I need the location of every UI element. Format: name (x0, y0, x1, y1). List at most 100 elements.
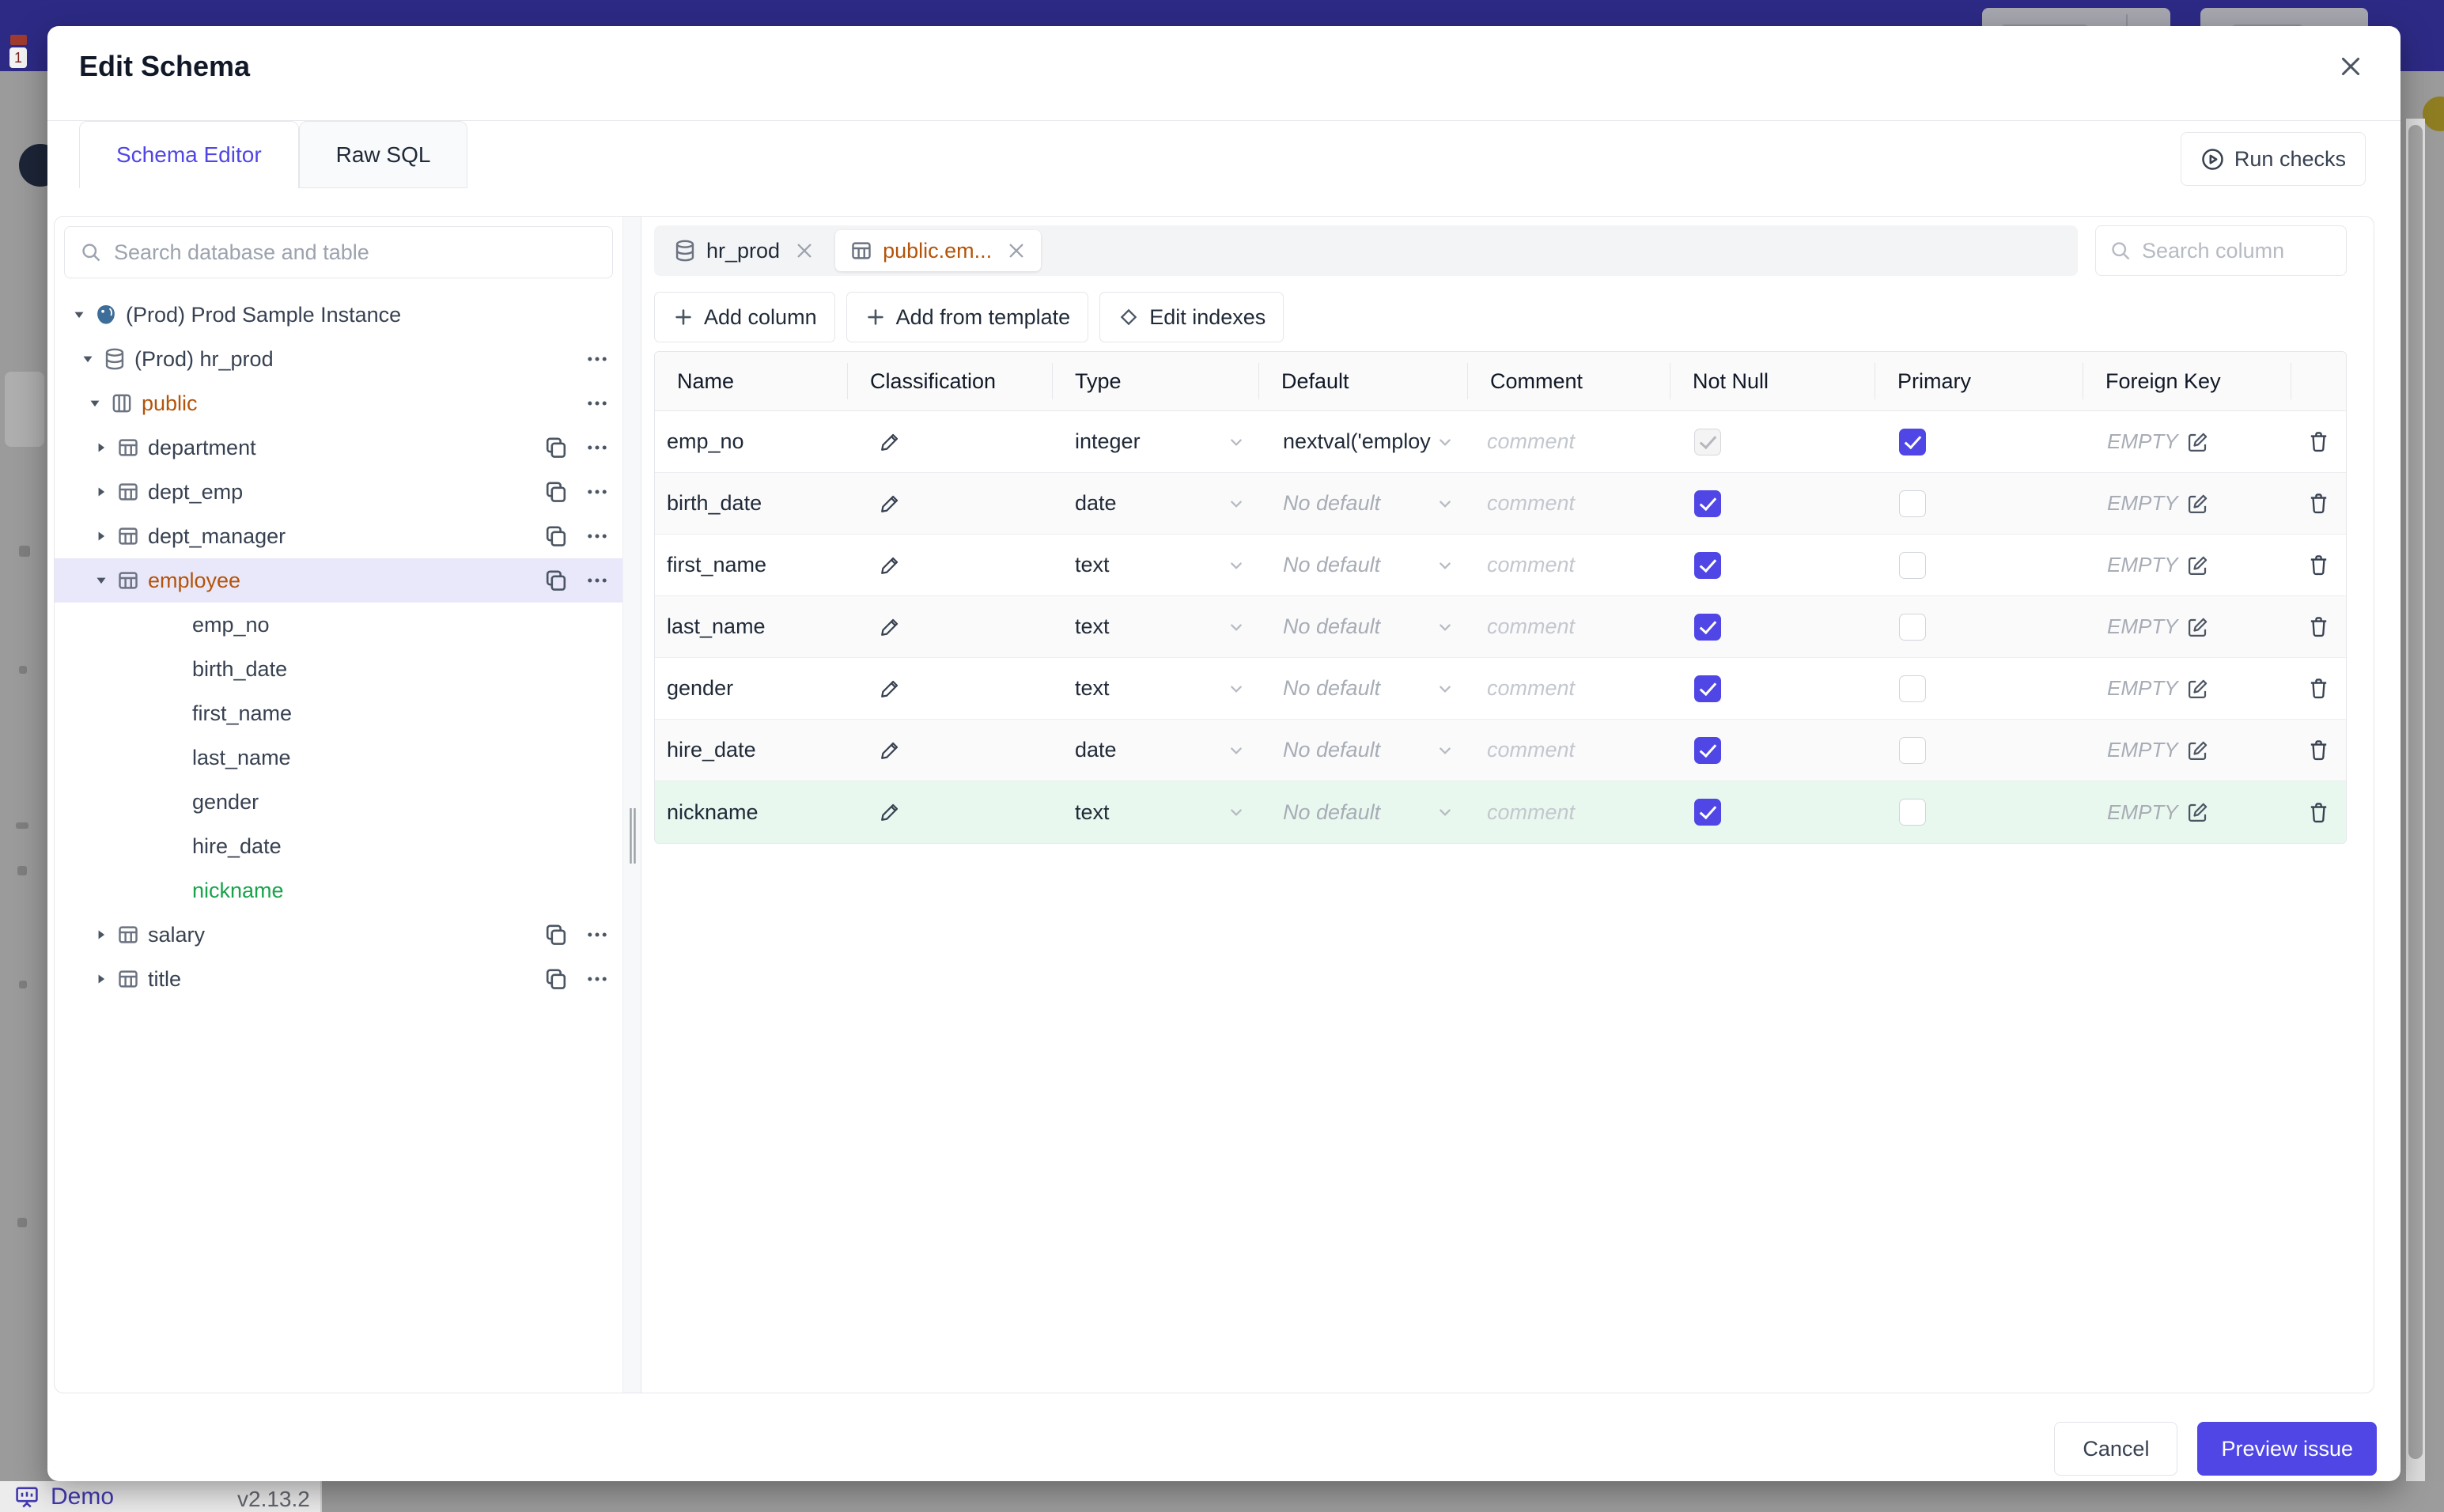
primary-checkbox[interactable] (1899, 490, 1926, 517)
not-null-checkbox[interactable] (1694, 675, 1721, 702)
tree-item[interactable]: last_name (55, 735, 622, 780)
tree-item[interactable]: salary (55, 913, 622, 957)
more-actions-icon[interactable] (585, 346, 610, 372)
column-name-cell[interactable]: emp_no (655, 411, 848, 472)
comment-field[interactable]: comment (1468, 411, 1670, 472)
type-select[interactable]: text (1053, 535, 1259, 595)
pencil-icon[interactable] (878, 554, 902, 577)
tree-chevron-icon[interactable] (137, 837, 154, 855)
tree-item[interactable]: dept_emp (55, 470, 622, 514)
page-scrollbar-handle[interactable] (2408, 125, 2423, 1459)
comment-field[interactable]: comment (1468, 596, 1670, 657)
type-select[interactable]: integer (1053, 411, 1259, 472)
tree-item[interactable]: hire_date (55, 824, 622, 868)
not-null-checkbox[interactable] (1694, 736, 1721, 764)
type-select[interactable]: text (1053, 658, 1259, 719)
delete-column-icon[interactable] (2306, 553, 2331, 577)
tree-chevron-icon[interactable] (137, 660, 154, 678)
not-null-checkbox[interactable] (1694, 799, 1721, 826)
comment-field[interactable]: comment (1468, 658, 1670, 719)
type-select[interactable]: text (1053, 596, 1259, 657)
pencil-icon[interactable] (878, 739, 902, 762)
copy-icon[interactable] (543, 479, 569, 505)
delete-column-icon[interactable] (2306, 800, 2331, 825)
tree-item[interactable]: department (55, 425, 622, 470)
tree-chevron-icon[interactable] (137, 882, 154, 899)
tab[interactable]: Raw SQL (298, 121, 468, 188)
primary-checkbox[interactable] (1899, 736, 1926, 764)
drag-handle-icon[interactable] (627, 808, 638, 864)
toolbar-button[interactable]: Add from template (846, 292, 1089, 342)
pencil-icon[interactable] (878, 615, 902, 639)
tree-chevron-icon[interactable] (137, 793, 154, 811)
more-actions-icon[interactable] (585, 966, 610, 992)
edit-foreign-key-icon[interactable] (2186, 800, 2210, 824)
delete-column-icon[interactable] (2306, 614, 2331, 639)
pencil-icon[interactable] (878, 800, 902, 824)
preview-issue-button[interactable]: Preview issue (2197, 1422, 2377, 1476)
copy-icon[interactable] (543, 966, 569, 992)
tree-chevron-icon[interactable] (137, 705, 154, 722)
edit-foreign-key-icon[interactable] (2186, 739, 2210, 762)
toolbar-button[interactable]: Add column (654, 292, 835, 342)
tree-chevron-icon[interactable] (93, 483, 110, 501)
toolbar-button[interactable]: Edit indexes (1099, 292, 1284, 342)
more-actions-icon[interactable] (585, 479, 610, 505)
edit-foreign-key-icon[interactable] (2186, 615, 2210, 639)
edit-foreign-key-icon[interactable] (2186, 492, 2210, 516)
more-actions-icon[interactable] (585, 435, 610, 460)
not-null-checkbox[interactable] (1694, 551, 1721, 579)
demo-link[interactable]: Demo (14, 1484, 114, 1510)
type-select[interactable]: text (1053, 781, 1259, 843)
comment-field[interactable]: comment (1468, 781, 1670, 843)
default-select[interactable]: No default (1259, 781, 1468, 843)
tree-item[interactable]: (Prod) Prod Sample Instance (55, 293, 622, 337)
tree-chevron-icon[interactable] (93, 439, 110, 456)
comment-field[interactable]: comment (1468, 535, 1670, 595)
delete-column-icon[interactable] (2306, 738, 2331, 762)
tree-item[interactable]: nickname (55, 868, 622, 913)
tree-item[interactable]: birth_date (55, 647, 622, 691)
close-tab-icon[interactable] (1006, 240, 1027, 261)
copy-icon[interactable] (543, 435, 569, 460)
default-select[interactable]: No default (1259, 596, 1468, 657)
tree-chevron-icon[interactable] (93, 970, 110, 988)
more-actions-icon[interactable] (585, 922, 610, 947)
pencil-icon[interactable] (878, 492, 902, 516)
copy-icon[interactable] (543, 922, 569, 947)
search-column-input[interactable] (2095, 225, 2347, 276)
copy-icon[interactable] (543, 524, 569, 549)
primary-checkbox[interactable] (1899, 613, 1926, 641)
tree-chevron-icon[interactable] (93, 572, 110, 589)
delete-column-icon[interactable] (2306, 429, 2331, 454)
primary-checkbox[interactable] (1899, 428, 1926, 455)
primary-checkbox[interactable] (1899, 551, 1926, 579)
editor-tab-chip[interactable]: public.em... (835, 230, 1042, 271)
column-name-cell[interactable]: nickname (655, 781, 848, 843)
tree-item[interactable]: dept_manager (55, 514, 622, 558)
delete-column-icon[interactable] (2306, 676, 2331, 701)
edit-foreign-key-icon[interactable] (2186, 554, 2210, 577)
default-select[interactable]: No default (1259, 535, 1468, 595)
tree-chevron-icon[interactable] (93, 926, 110, 943)
not-null-checkbox[interactable] (1694, 428, 1721, 455)
tree-item[interactable]: emp_no (55, 603, 622, 647)
tree-item[interactable]: (Prod) hr_prod (55, 337, 622, 381)
comment-field[interactable]: comment (1468, 473, 1670, 534)
sidebar-resize-rail[interactable] (622, 217, 641, 1393)
default-select[interactable]: nextval('employ (1259, 411, 1468, 472)
pencil-icon[interactable] (878, 430, 902, 454)
tree-chevron-icon[interactable] (79, 350, 96, 368)
close-icon[interactable] (2337, 53, 2369, 85)
column-name-cell[interactable]: last_name (655, 596, 848, 657)
column-name-cell[interactable]: birth_date (655, 473, 848, 534)
tree-item[interactable]: gender (55, 780, 622, 824)
tree-item[interactable]: title (55, 957, 622, 1001)
copy-icon[interactable] (543, 568, 569, 593)
edit-foreign-key-icon[interactable] (2186, 677, 2210, 701)
cancel-button[interactable]: Cancel (2054, 1422, 2178, 1476)
column-name-cell[interactable]: gender (655, 658, 848, 719)
type-select[interactable]: date (1053, 473, 1259, 534)
tree-chevron-icon[interactable] (70, 306, 88, 323)
column-name-cell[interactable]: hire_date (655, 720, 848, 781)
